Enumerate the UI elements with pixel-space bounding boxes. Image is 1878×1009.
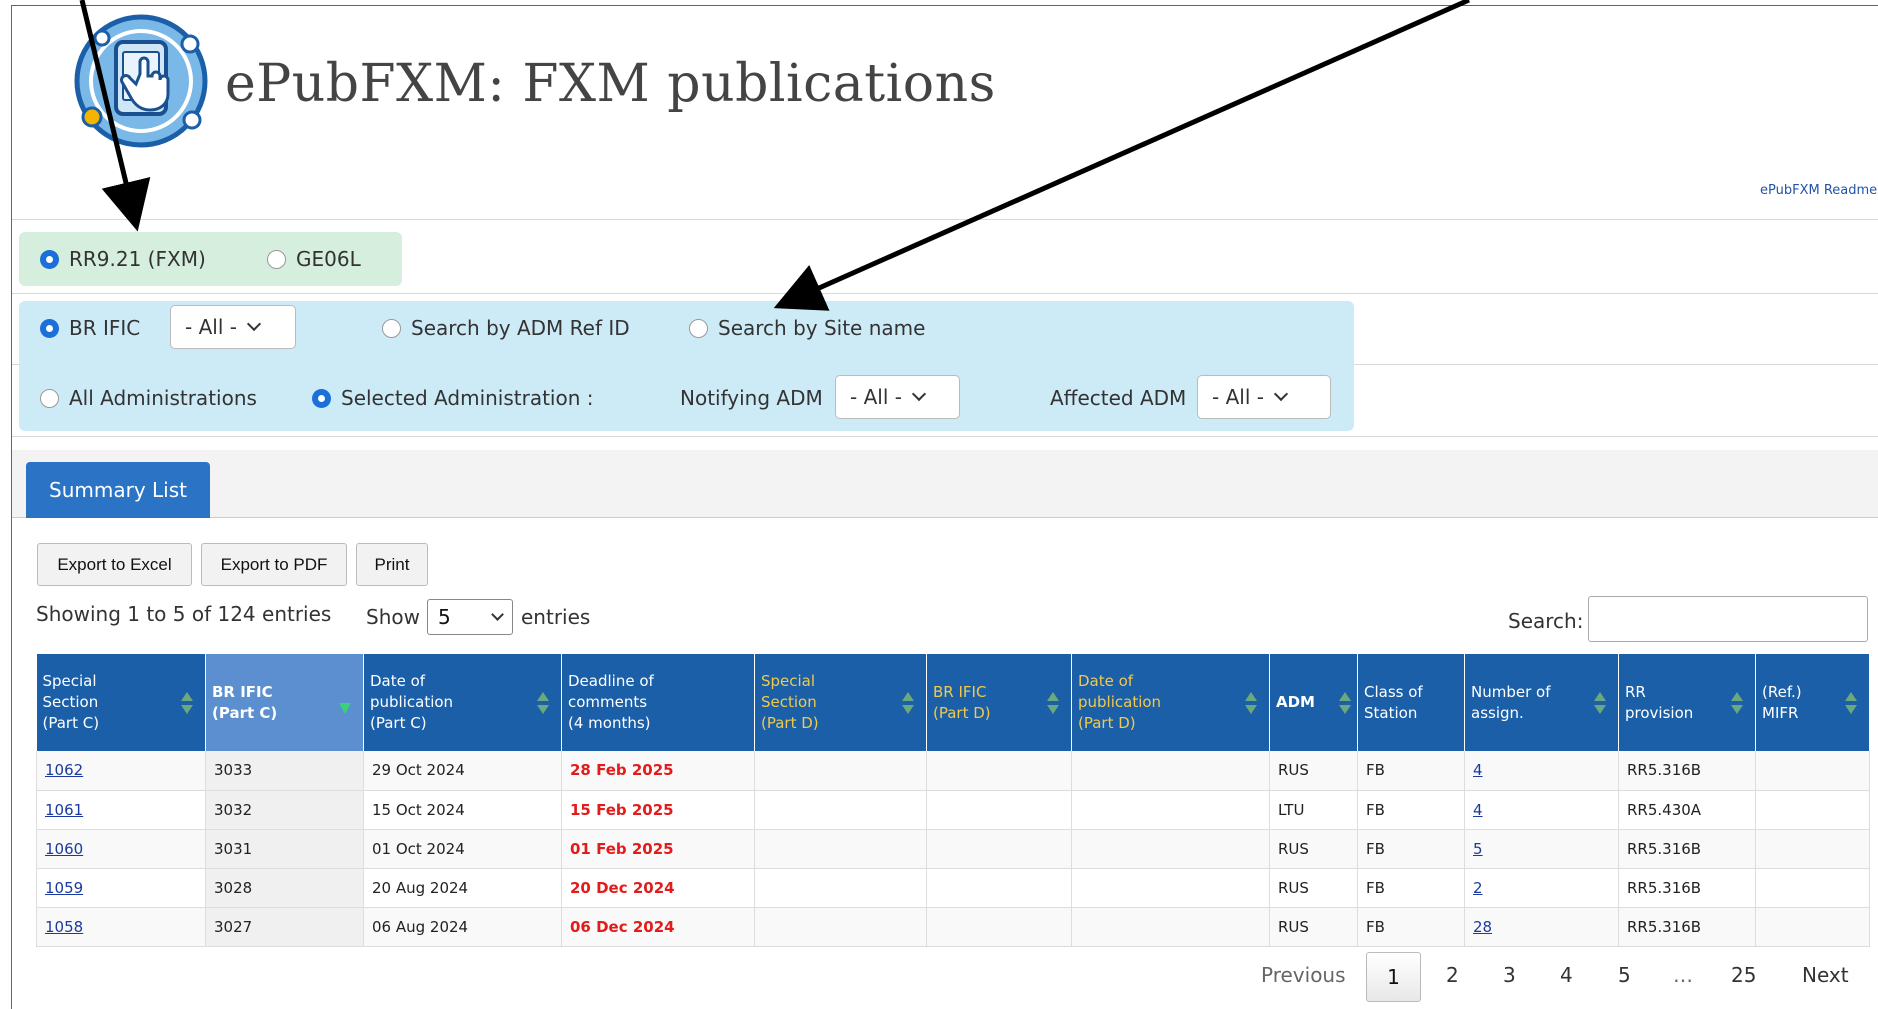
arrow-to-site-name-radio [773, 0, 1471, 311]
arrow-to-mode-radio [79, 0, 151, 232]
annotation-arrows [79, 0, 1471, 311]
